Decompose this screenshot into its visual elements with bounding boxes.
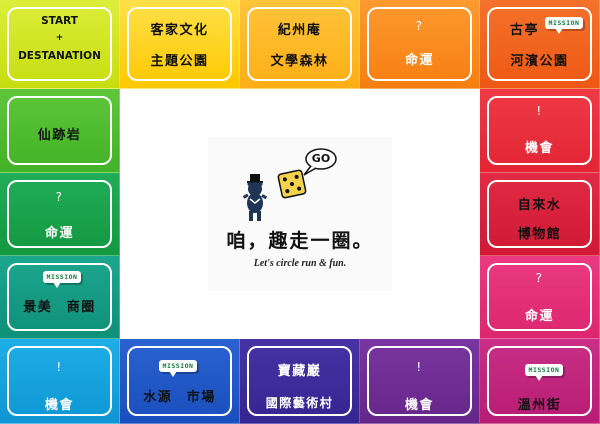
square-label-line1: 客家文化 (150, 23, 209, 38)
square-label-line2: 文學森林 (270, 54, 329, 69)
square-label-line1: 景美 商圈 (23, 300, 96, 315)
square-label-line2: 河濱公園 (510, 54, 569, 69)
left-square-1[interactable]: 仙跡岩 (0, 89, 120, 173)
bottom-square-indigo[interactable]: 寶藏巖 國際藝術村 (240, 339, 360, 424)
square-label-line2: 國際藝術村 (265, 396, 334, 410)
right-square-3[interactable]: ? 命運 (480, 256, 600, 339)
top-card-2: 紀州庵 文學森林 (247, 7, 352, 81)
right-square-4[interactable]: MISSION 溫州街 (480, 339, 600, 424)
top-square-3[interactable]: ? 命運 (360, 0, 480, 89)
square-label-line1: 水源 市場 (143, 390, 216, 405)
square-label-line1: 自來水 (517, 198, 562, 213)
square-label-line2: 機會 (404, 398, 434, 413)
mission-bubble: MISSION (159, 360, 197, 377)
square-label-line2: 博物館 (517, 227, 562, 242)
start-label: START (41, 15, 78, 27)
left-square-3[interactable]: MISSION 景美 商圈 (0, 256, 120, 339)
square-label-line1: 仙跡岩 (37, 128, 82, 143)
top-square-4[interactable]: 古亭 河濱公園 MISSION (480, 0, 600, 89)
right-square-1[interactable]: ! 機會 (480, 89, 600, 173)
right-card-4: MISSION 溫州街 (487, 346, 592, 416)
square-label-line2: 命運 (404, 53, 434, 68)
left-card-1: 仙跡岩 (7, 96, 112, 165)
square-label-line1: 寶藏巖 (277, 364, 322, 379)
question-mark: ? (415, 19, 424, 33)
bottom-card-sky: ! 機會 (7, 346, 112, 416)
square-label-line2: 命運 (44, 226, 74, 241)
bottom-square-purple[interactable]: ! 機會 (360, 339, 480, 424)
question-mark: ? (535, 271, 544, 285)
slogan-chinese: 咱，趣走一圈。 (226, 230, 374, 252)
start-card: START + DESTANATION (7, 7, 112, 81)
exclamation-mark: ! (416, 360, 423, 374)
square-label-line2: 機會 (524, 141, 554, 156)
start-square[interactable]: START + DESTANATION (0, 0, 120, 89)
top-square-2[interactable]: 紀州庵 文學森林 (240, 0, 360, 89)
dice-icon (277, 169, 307, 199)
bottom-square-sky[interactable]: ! 機會 (0, 339, 120, 424)
mission-bubble: MISSION (43, 271, 81, 288)
left-card-2: ? 命運 (7, 180, 112, 248)
top-card-1: 客家文化 主題公園 (127, 7, 232, 81)
go-bubble-text: GO (311, 152, 331, 165)
bottom-card-blue: MISSION 水源 市場 (127, 346, 232, 416)
right-card-1: ! 機會 (487, 96, 592, 165)
bottom-card-indigo: 寶藏巖 國際藝術村 (247, 346, 352, 416)
center-logo-card: GO 咱，趣走一圈。 Let's circle run & fun. (208, 137, 392, 291)
top-square-1[interactable]: 客家文化 主題公園 (120, 0, 240, 89)
right-square-2[interactable]: 自來水 博物館 (480, 173, 600, 256)
exclamation-mark: ! (536, 104, 543, 118)
mission-bubble: MISSION (545, 17, 583, 34)
slogan-english: Let's circle run & fun. (253, 258, 347, 269)
square-label-line1: 紀州庵 (277, 23, 322, 38)
right-card-3: ? 命運 (487, 263, 592, 331)
start-plus: + (55, 33, 64, 43)
mission-bubble: MISSION (525, 364, 563, 381)
left-card-3: MISSION 景美 商圈 (7, 263, 112, 331)
question-mark: ? (55, 190, 64, 204)
mascot-and-dice-illustration (242, 148, 337, 221)
square-label-line2: 命運 (524, 309, 554, 324)
exclamation-mark: ! (56, 360, 63, 374)
top-card-4: 古亭 河濱公園 MISSION (487, 7, 592, 81)
top-card-3: ? 命運 (367, 7, 472, 81)
square-label-line1: 溫州街 (517, 398, 562, 413)
square-label-line2: 機會 (44, 398, 74, 413)
bottom-square-blue[interactable]: MISSION 水源 市場 (120, 339, 240, 424)
left-square-2[interactable]: ? 命運 (0, 173, 120, 256)
bear-mascot-icon (242, 174, 268, 221)
destination-label: DESTANATION (18, 50, 101, 62)
square-label-line2: 主題公園 (150, 54, 209, 69)
right-card-2: 自來水 博物館 (487, 180, 592, 248)
bottom-card-purple: ! 機會 (367, 346, 472, 416)
